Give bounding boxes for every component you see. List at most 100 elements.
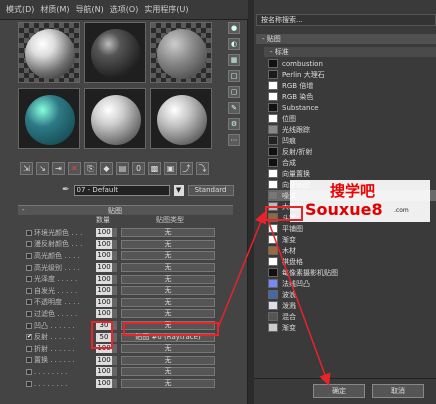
go-forward-icon[interactable]: ⤵	[196, 162, 209, 175]
map-type-item[interactable]: RGB 倍增	[268, 80, 436, 91]
amount-spinner[interactable]	[112, 332, 117, 342]
amount-spinner[interactable]	[112, 355, 117, 365]
amount-field[interactable]: 50	[96, 332, 112, 342]
map-type-item[interactable]: 每像素摄影机贴图	[268, 267, 436, 278]
map-type-item[interactable]: 位图	[268, 113, 436, 124]
show-end-result-icon[interactable]: ▣	[164, 162, 177, 175]
amount-field[interactable]: 100	[96, 239, 112, 249]
map-type-item[interactable]: combustion	[268, 58, 436, 69]
amount-spinner[interactable]	[112, 379, 117, 389]
amount-spinner[interactable]	[112, 251, 117, 261]
map-enable-checkbox[interactable]	[26, 299, 32, 306]
map-type-item[interactable]: Perlin 大理石	[268, 69, 436, 80]
amount-spinner[interactable]	[112, 309, 117, 319]
amount-spinner[interactable]	[112, 239, 117, 249]
material-type-button[interactable]: Standard	[187, 184, 234, 196]
map-type-item[interactable]: 渐变	[268, 234, 436, 245]
map-type-item[interactable]: 波浪	[268, 289, 436, 300]
map-type-item[interactable]: Substance	[268, 102, 436, 113]
map-slot-button[interactable]: 无	[121, 274, 215, 284]
map-enable-checkbox[interactable]	[26, 252, 32, 259]
select-by-material-icon[interactable]: ⋯	[228, 134, 240, 146]
menu-utilities[interactable]: 实用程序(U)	[144, 4, 188, 15]
map-enable-checkbox[interactable]: ✔	[26, 334, 32, 341]
reset-icon[interactable]: ✕	[68, 162, 81, 175]
map-enable-checkbox[interactable]	[26, 357, 32, 364]
map-type-item[interactable]: 混合	[268, 311, 436, 322]
map-type-item[interactable]: 渐变	[268, 322, 436, 333]
amount-spinner[interactable]	[112, 367, 117, 377]
amount-spinner[interactable]	[112, 286, 117, 296]
amount-field[interactable]: 100	[96, 367, 112, 377]
map-type-item[interactable]: 泼溅	[268, 300, 436, 311]
map-enable-checkbox[interactable]	[26, 310, 32, 317]
map-slot-button[interactable]: 无	[121, 286, 215, 296]
chevron-down-icon[interactable]: ▼	[173, 184, 184, 196]
map-enable-checkbox[interactable]	[26, 241, 32, 248]
map-slot-button[interactable]: 无	[121, 263, 215, 273]
menu-navigation[interactable]: 导航(N)	[76, 4, 104, 15]
uv-tiling-icon[interactable]: □	[228, 70, 240, 82]
map-slot-button[interactable]: 无	[121, 321, 215, 331]
map-type-item[interactable]: 凹痕	[268, 135, 436, 146]
show-map-icon[interactable]: ▩	[148, 162, 161, 175]
amount-field[interactable]: 100	[96, 274, 112, 284]
map-slot-button[interactable]: 无	[121, 297, 215, 307]
amount-field[interactable]: 100	[96, 297, 112, 307]
amount-field[interactable]: 100	[96, 228, 112, 238]
map-slot-button[interactable]: 无	[121, 379, 215, 389]
sample-slot[interactable]	[150, 22, 212, 83]
amount-field[interactable]: 100	[96, 355, 112, 365]
amount-field[interactable]: 30	[96, 321, 112, 331]
map-type-item[interactable]: RGB 染色	[268, 91, 436, 102]
map-enable-checkbox[interactable]	[26, 368, 32, 375]
eyedropper-icon[interactable]: ✒	[62, 185, 70, 195]
material-name-field[interactable]: 07 - Default	[73, 184, 170, 196]
map-enable-checkbox[interactable]	[26, 229, 32, 236]
amount-spinner[interactable]	[112, 274, 117, 284]
ok-button[interactable]: 确定	[313, 384, 365, 398]
background-icon[interactable]: ▦	[228, 54, 240, 66]
put-to-scene-icon[interactable]: ↘	[36, 162, 49, 175]
amount-field[interactable]: 100	[96, 263, 112, 273]
amount-spinner[interactable]	[112, 297, 117, 307]
amount-spinner[interactable]	[112, 321, 117, 331]
material-id-icon[interactable]: 0	[132, 162, 145, 175]
make-preview-icon[interactable]: ✎	[228, 102, 240, 114]
map-slot-button[interactable]: 无	[121, 239, 215, 249]
map-slot-button[interactable]: 无	[121, 228, 215, 238]
map-slot-button[interactable]: 无	[121, 251, 215, 261]
video-check-icon[interactable]: ▢	[228, 86, 240, 98]
menu-mode[interactable]: 模式(D)	[6, 4, 34, 15]
map-enable-checkbox[interactable]	[26, 380, 32, 387]
backlight-icon[interactable]: ◐	[228, 38, 240, 50]
maps-section-header[interactable]: - 贴图	[256, 34, 436, 44]
amount-field[interactable]: 100	[96, 251, 112, 261]
amount-field[interactable]: 100	[96, 286, 112, 296]
amount-spinner[interactable]	[112, 228, 117, 238]
amount-field[interactable]: 100	[96, 379, 112, 389]
go-to-parent-icon[interactable]: ⤴	[180, 162, 193, 175]
sample-slot[interactable]	[18, 22, 80, 83]
sample-slot[interactable]	[84, 22, 146, 83]
cancel-button[interactable]: 取消	[372, 384, 424, 398]
map-type-item[interactable]: 木材	[268, 245, 436, 256]
menu-material[interactable]: 材质(M)	[40, 4, 69, 15]
standard-subsection-header[interactable]: - 标准	[264, 47, 436, 57]
map-type-item[interactable]: 反射/折射	[268, 146, 436, 157]
map-slot-button[interactable]: 无	[121, 309, 215, 319]
map-enable-checkbox[interactable]	[26, 287, 32, 294]
map-type-item[interactable]: 光线跟踪	[268, 124, 436, 135]
map-enable-checkbox[interactable]	[26, 264, 32, 271]
maps-rollout-header[interactable]: - 贴图	[18, 205, 233, 215]
map-enable-checkbox[interactable]	[26, 276, 32, 283]
put-to-library-icon[interactable]: ▤	[116, 162, 129, 175]
copy-material-icon[interactable]: ⎘	[84, 162, 97, 175]
amount-spinner[interactable]	[112, 263, 117, 273]
map-type-item[interactable]: 法线凹凸	[268, 278, 436, 289]
map-type-item[interactable]: 向量置换	[268, 168, 436, 179]
menu-options[interactable]: 选项(O)	[110, 4, 139, 15]
sample-slot[interactable]	[18, 88, 80, 149]
amount-field[interactable]: 100	[96, 344, 112, 354]
assign-to-selection-icon[interactable]: ⇥	[52, 162, 65, 175]
